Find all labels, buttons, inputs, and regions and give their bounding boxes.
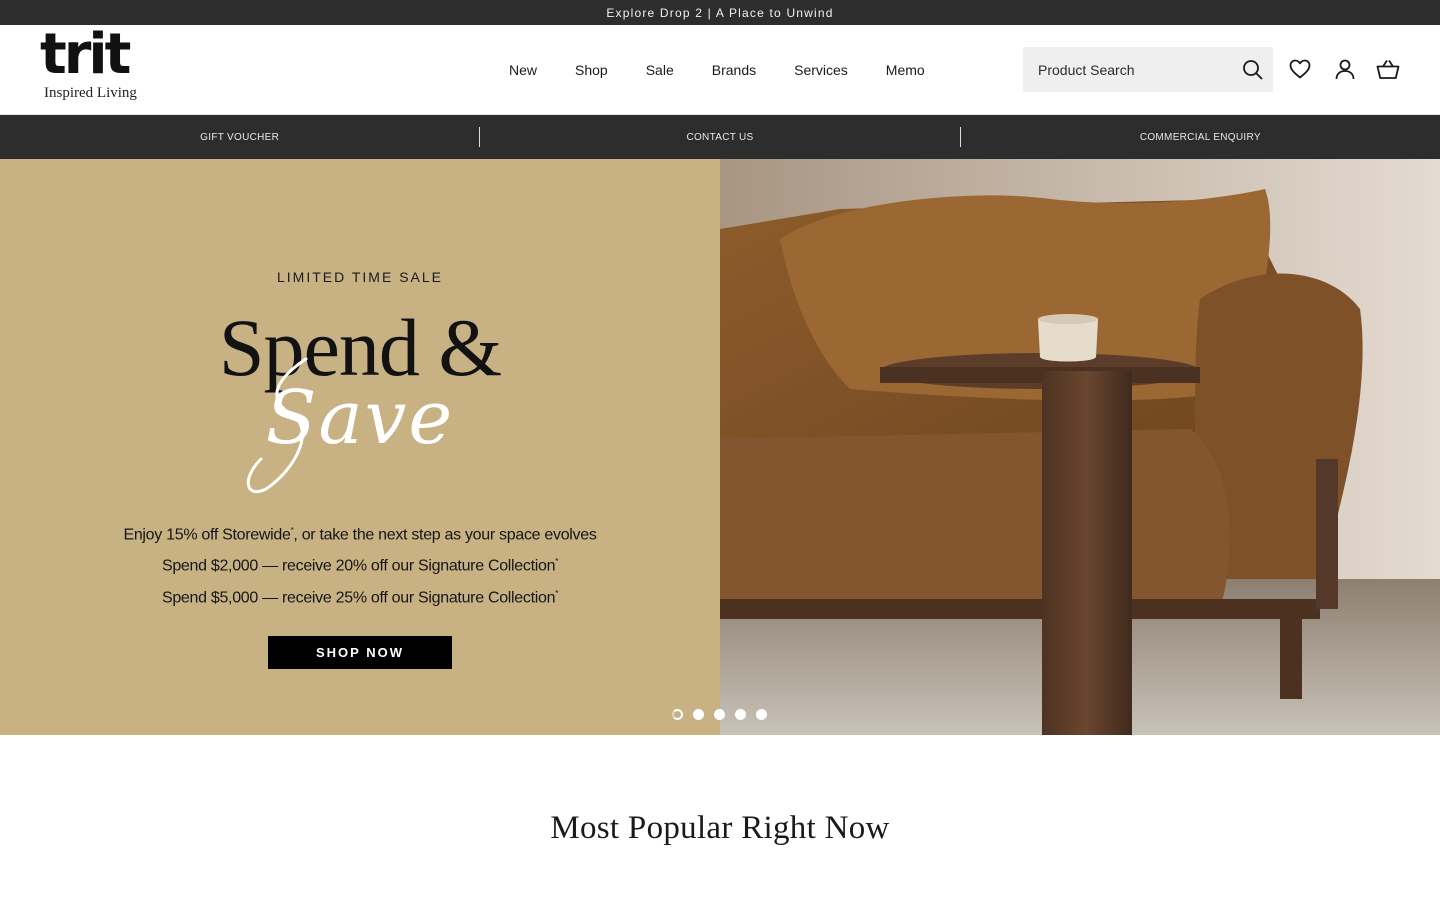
offer-line-2: Spend $2,000 — receive 20% off our Signa… [161,557,556,575]
section-title: Most Popular Right Now [550,810,890,846]
offer-line-1a: Enjoy 15% off Storewide [123,526,291,544]
brand-logo[interactable]: trit Inspired Living [40,27,144,107]
slide-dot-3[interactable] [714,709,725,720]
nav-item-shop[interactable]: Shop [575,62,608,78]
basket-icon[interactable] [1376,57,1400,81]
sofa-photo-illustration [720,159,1440,735]
footnote-mark: * [555,588,559,598]
nav-item-services[interactable]: Services [794,62,848,78]
hero-offer-text: Enjoy 15% off Storewide * , or take the ne… [0,517,720,611]
hero-eyebrow: LIMITED TIME SALE [277,269,443,285]
search-icon[interactable] [1241,58,1265,82]
hero-script-word: Save [265,375,455,461]
slider-dots [672,709,777,720]
nav-item-brands[interactable]: Brands [712,62,756,78]
brand-tagline: Inspired Living [44,85,137,101]
site-header: trit Inspired Living New Shop Sale Brand… [0,25,1440,115]
slide-dot-2[interactable] [693,709,704,720]
utility-bar: GIFT VOUCHER CONTACT US COMMERCIAL ENQUI… [0,115,1440,159]
hero-image [720,159,1440,735]
heart-icon[interactable] [1288,57,1312,81]
commercial-enquiry-link[interactable]: COMMERCIAL ENQUIRY [961,115,1440,159]
search-input[interactable] [1023,47,1238,92]
hero-banner: LIMITED TIME SALE Spend & Save Enjoy 15%… [0,159,1440,735]
footnote-mark: * [555,557,559,567]
gift-voucher-link[interactable]: GIFT VOUCHER [0,115,479,159]
nav-item-memo[interactable]: Memo [886,62,925,78]
slide-dot-5[interactable] [756,709,767,720]
search-box [1023,47,1273,92]
contact-us-link[interactable]: CONTACT US [480,115,959,159]
slide-dot-1[interactable] [672,709,683,720]
offer-line-3: Spend $5,000 — receive 25% off our Signa… [161,588,556,606]
main-nav: New Shop Sale Brands Services Memo [490,25,944,115]
user-icon[interactable] [1333,57,1357,81]
brand-name: trit [40,22,131,87]
nav-item-sale[interactable]: Sale [646,62,674,78]
nav-item-new[interactable]: New [509,62,537,78]
hero-promo-panel: LIMITED TIME SALE Spend & Save Enjoy 15%… [0,159,720,735]
announcement-bar: Explore Drop 2 | A Place to Unwind [0,0,1440,25]
announcement-link[interactable]: Explore Drop 2 | A Place to Unwind [606,6,833,20]
offer-line-1b: , or take the next step as your space ev… [293,526,597,544]
shop-now-button[interactable]: SHOP NOW [268,636,452,669]
slide-dot-4[interactable] [735,709,746,720]
